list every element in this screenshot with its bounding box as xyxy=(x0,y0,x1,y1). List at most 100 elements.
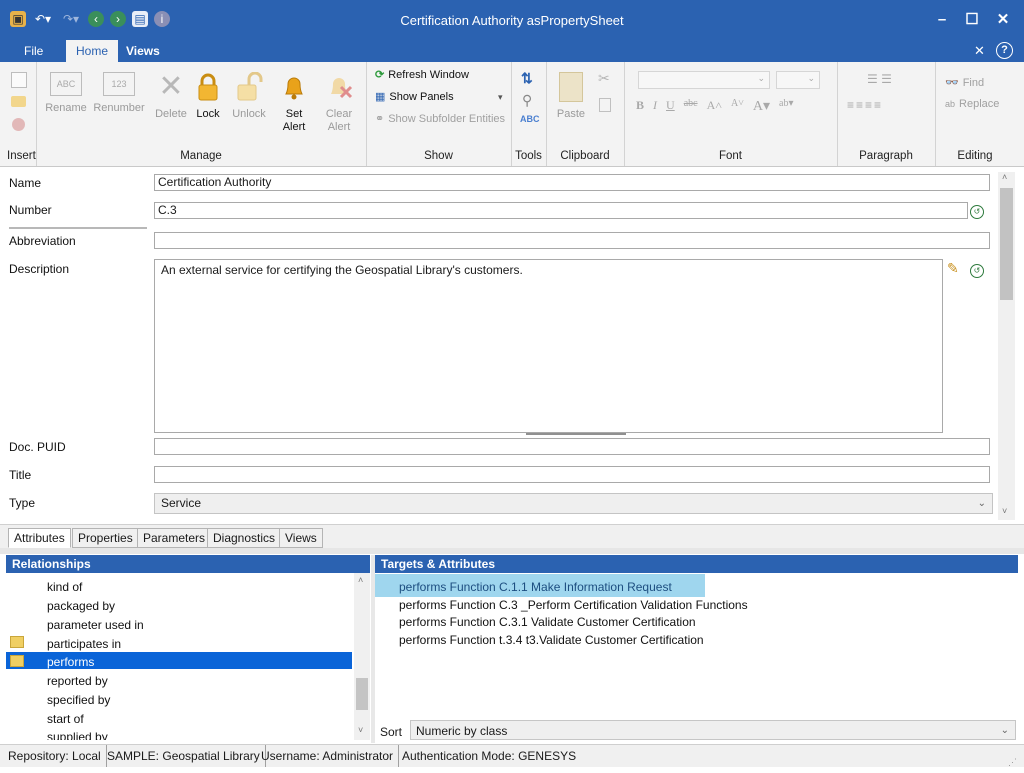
insert-object-icon[interactable] xyxy=(12,118,25,131)
show-panels-dropdown-icon[interactable]: ▾ xyxy=(498,92,503,103)
divider xyxy=(9,227,147,229)
delete-icon: ✕ xyxy=(158,70,184,103)
paste-button[interactable]: Paste xyxy=(548,68,594,121)
tab-views[interactable]: Views xyxy=(279,528,323,548)
clear-alert-label-2: Alert xyxy=(327,121,351,133)
tab-properties[interactable]: Properties xyxy=(72,528,139,548)
clear-alert-button[interactable]: Clear Alert xyxy=(316,68,362,134)
spellcheck-icon[interactable]: ABC xyxy=(520,114,540,124)
tools-group: ⇅ ⚲ ABC Tools xyxy=(511,62,547,166)
tab-home[interactable]: Home xyxy=(66,40,119,62)
show-subfolder-button[interactable]: ⚭ Show Subfolder Entities xyxy=(375,112,505,126)
refresh-window-button[interactable]: ⟳ Refresh Window xyxy=(375,68,469,82)
underline-icon[interactable]: U xyxy=(666,98,675,115)
tab-file[interactable]: File xyxy=(14,40,53,62)
pencil-icon[interactable]: ✎ xyxy=(947,260,959,277)
paragraph-group: ☰ ☰ ≡≡≡≡ Paragraph xyxy=(837,62,936,166)
pin-ribbon-icon[interactable]: ✕ xyxy=(974,43,985,59)
status-username: Username: Administrator xyxy=(256,745,400,767)
renumber-icon: 123 xyxy=(103,72,135,96)
search-icon[interactable]: ⚲ xyxy=(522,92,532,109)
type-dropdown[interactable]: Service ⌄ xyxy=(154,493,993,514)
lock-button[interactable]: Lock xyxy=(185,68,231,121)
scrollbar-thumb[interactable] xyxy=(356,678,368,710)
scroll-up-icon[interactable]: ˄ xyxy=(1002,172,1007,182)
tab-attributes[interactable]: Attributes xyxy=(8,528,71,548)
replace-button[interactable]: ab Replace xyxy=(945,98,999,110)
name-label: Name xyxy=(9,176,42,190)
chevron-down-icon: ⌄ xyxy=(807,73,815,83)
strikethrough-icon[interactable]: abc xyxy=(684,98,698,115)
minimize-button[interactable]: – xyxy=(928,10,956,30)
abbreviation-field[interactable] xyxy=(154,232,990,249)
rename-button[interactable]: ABC Rename xyxy=(43,68,89,115)
relationships-list: kind of packaged by parameter used in pa… xyxy=(6,573,370,740)
highlight-icon[interactable]: ab▾ xyxy=(779,98,793,115)
form-scrollbar[interactable]: ˄ ˅ xyxy=(998,172,1015,520)
sort-tool-icon[interactable]: ⇅ xyxy=(521,70,533,87)
list-item[interactable]: parameter used in xyxy=(47,618,144,632)
set-alert-button[interactable]: Set Alert xyxy=(271,68,317,134)
help-icon[interactable]: ? xyxy=(996,42,1013,59)
find-button[interactable]: 👓 Find xyxy=(945,76,984,90)
history-icon[interactable]: ↺ xyxy=(970,205,984,219)
renumber-button[interactable]: 123 Renumber xyxy=(93,68,145,115)
tab-diagnostics[interactable]: Diagnostics xyxy=(207,528,282,548)
bold-icon[interactable]: B xyxy=(636,98,644,115)
target-item[interactable]: performs Function C.1.1 Make Information… xyxy=(399,580,672,594)
new-item-icon[interactable] xyxy=(11,72,27,88)
bullet-list-icon[interactable]: ☰ ☰ xyxy=(867,72,892,86)
font-size-combo[interactable]: ⌄ xyxy=(776,71,820,89)
target-item[interactable]: performs Function C.3 _Perform Certifica… xyxy=(399,598,748,612)
copy-icon[interactable] xyxy=(599,98,611,112)
italic-icon[interactable]: I xyxy=(653,98,657,115)
description-resize-handle[interactable] xyxy=(526,433,626,435)
list-item[interactable]: start of xyxy=(47,712,84,726)
number-label: Number xyxy=(9,203,52,217)
name-field[interactable]: Certification Authority xyxy=(154,174,990,191)
insert-group-label: Insert xyxy=(7,150,36,162)
close-button[interactable]: ✕ xyxy=(989,10,1017,30)
unlock-button[interactable]: Unlock xyxy=(226,68,272,121)
description-field[interactable]: An external service for certifying the G… xyxy=(154,259,943,433)
scroll-down-icon[interactable]: ˅ xyxy=(1002,506,1007,516)
font-family-combo[interactable]: ⌄ xyxy=(638,71,770,89)
font-color-icon[interactable]: A▾ xyxy=(753,98,770,115)
list-item[interactable]: specified by xyxy=(47,693,110,707)
folder-icon[interactable] xyxy=(11,96,26,107)
maximize-button[interactable]: ☐ xyxy=(958,10,986,30)
doc-puid-field[interactable] xyxy=(154,438,990,455)
target-item[interactable]: performs Function t.3.4 t3.Validate Cust… xyxy=(399,633,704,647)
tab-views[interactable]: Views xyxy=(116,40,170,62)
tab-parameters[interactable]: Parameters xyxy=(137,528,212,548)
number-field[interactable]: C.3 xyxy=(154,202,968,219)
list-item[interactable]: reported by xyxy=(47,674,108,688)
show-panels-button[interactable]: ▦ Show Panels xyxy=(375,90,454,104)
target-item[interactable]: performs Function C.3.1 Validate Custome… xyxy=(399,615,696,629)
font-group: ⌄ ⌄ B I U abc A˄ A˅ A▾ ab▾ Font xyxy=(624,62,838,166)
window-title: Certification Authority asPropertySheet xyxy=(400,13,624,28)
doc-puid-label: Doc. PUID xyxy=(9,440,66,454)
relationships-scrollbar[interactable]: ˄ ˅ xyxy=(354,573,370,740)
grow-font-icon[interactable]: A˄ xyxy=(707,98,722,115)
show-panels-label: Show Panels xyxy=(389,90,454,103)
list-item[interactable]: supplied by xyxy=(47,730,108,740)
title-field[interactable] xyxy=(154,466,990,483)
cut-icon[interactable]: ✂ xyxy=(598,70,610,87)
clipboard-group-label: Clipboard xyxy=(560,150,610,162)
shrink-font-icon[interactable]: A˅ xyxy=(731,98,744,115)
scroll-up-icon[interactable]: ˄ xyxy=(358,575,363,585)
scrollbar-thumb[interactable] xyxy=(1000,188,1013,300)
history-icon[interactable]: ↺ xyxy=(970,264,984,278)
list-item-selected[interactable]: performs xyxy=(47,655,94,669)
align-icons[interactable]: ≡≡≡≡ xyxy=(847,98,883,112)
scroll-down-icon[interactable]: ˅ xyxy=(358,725,363,735)
splitter[interactable] xyxy=(0,548,1024,554)
folder-icon xyxy=(10,636,24,648)
sort-dropdown[interactable]: Numeric by class ⌄ xyxy=(410,720,1016,740)
list-item[interactable]: packaged by xyxy=(47,599,115,613)
list-item[interactable]: participates in xyxy=(47,637,121,651)
rename-icon: ABC xyxy=(50,72,82,96)
list-item[interactable]: kind of xyxy=(47,580,82,594)
resize-grip-icon[interactable]: ⋰ xyxy=(1008,751,1017,773)
